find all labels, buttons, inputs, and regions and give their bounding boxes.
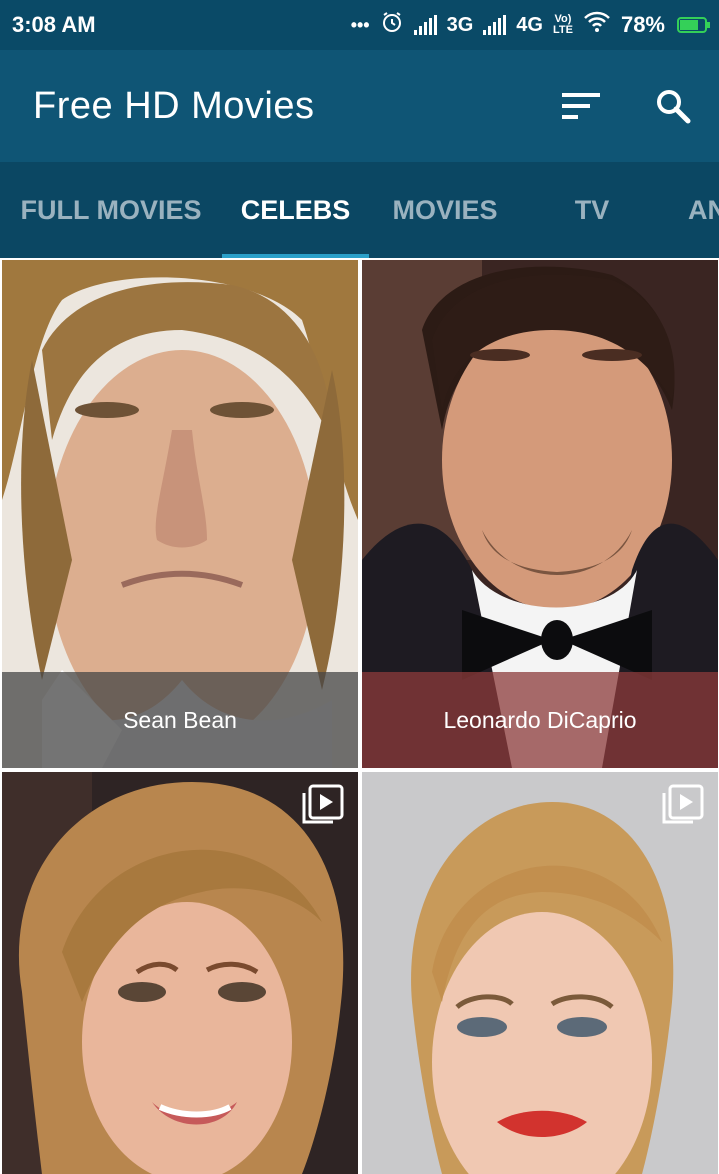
celeb-card[interactable] (2, 772, 358, 1174)
celeb-card[interactable]: Sean Bean (2, 260, 358, 768)
app-title: Free HD Movies (33, 84, 315, 127)
tab-full-movies[interactable]: FULL MOVIES (0, 162, 222, 258)
celeb-name: Leonardo DiCaprio (443, 706, 637, 733)
tab-an[interactable]: AN (688, 162, 719, 258)
signal-icon-2 (483, 15, 507, 35)
battery-icon (677, 17, 710, 33)
tab-label: TV (574, 194, 610, 225)
alarm-icon (380, 10, 404, 40)
wifi-icon (583, 11, 611, 39)
signal-icon (413, 15, 437, 35)
tab-bar: FULL MOVIES CELEBS MOVIES TV AN (0, 162, 719, 258)
tab-movies[interactable]: MOVIES (369, 162, 521, 258)
tab-label: CELEBS (240, 194, 351, 225)
battery-percent: 78% (620, 12, 665, 37)
celeb-photo (362, 772, 718, 1174)
playlist-play-icon[interactable] (302, 784, 344, 826)
celeb-name: Sean Bean (123, 706, 237, 733)
search-icon[interactable] (653, 86, 693, 126)
app-bar: Free HD Movies (0, 50, 719, 162)
playlist-play-icon[interactable] (662, 784, 704, 826)
more-dots-icon: ••• (350, 14, 370, 35)
tab-label: FULL MOVIES (20, 194, 202, 225)
network-4g-label: 4G (516, 13, 543, 36)
celeb-card[interactable]: Leonardo DiCaprio (362, 260, 718, 768)
celeb-caption: Sean Bean (2, 672, 358, 768)
volte-icon: Vo) LTE (552, 13, 573, 36)
celeb-caption: Leonardo DiCaprio (362, 672, 718, 768)
tab-label: AN (688, 194, 719, 225)
celeb-photo (2, 772, 358, 1174)
status-icons: ••• 3G 4G Vo) LTE 78% (350, 10, 710, 40)
network-3g-label: 3G (446, 13, 474, 36)
status-bar: 3:08 AM ••• 3G 4G Vo) LTE 78% (0, 0, 719, 50)
celeb-card[interactable] (362, 772, 718, 1174)
tab-tv[interactable]: TV (521, 162, 663, 258)
app-bar-actions (561, 86, 693, 126)
tab-celebs[interactable]: CELEBS (222, 162, 369, 258)
tab-label: MOVIES (392, 194, 498, 225)
status-time: 3:08 AM (12, 12, 96, 37)
sort-icon[interactable] (561, 86, 601, 126)
celebs-grid: Sean Bean Leonardo DiCaprio (0, 258, 719, 1174)
